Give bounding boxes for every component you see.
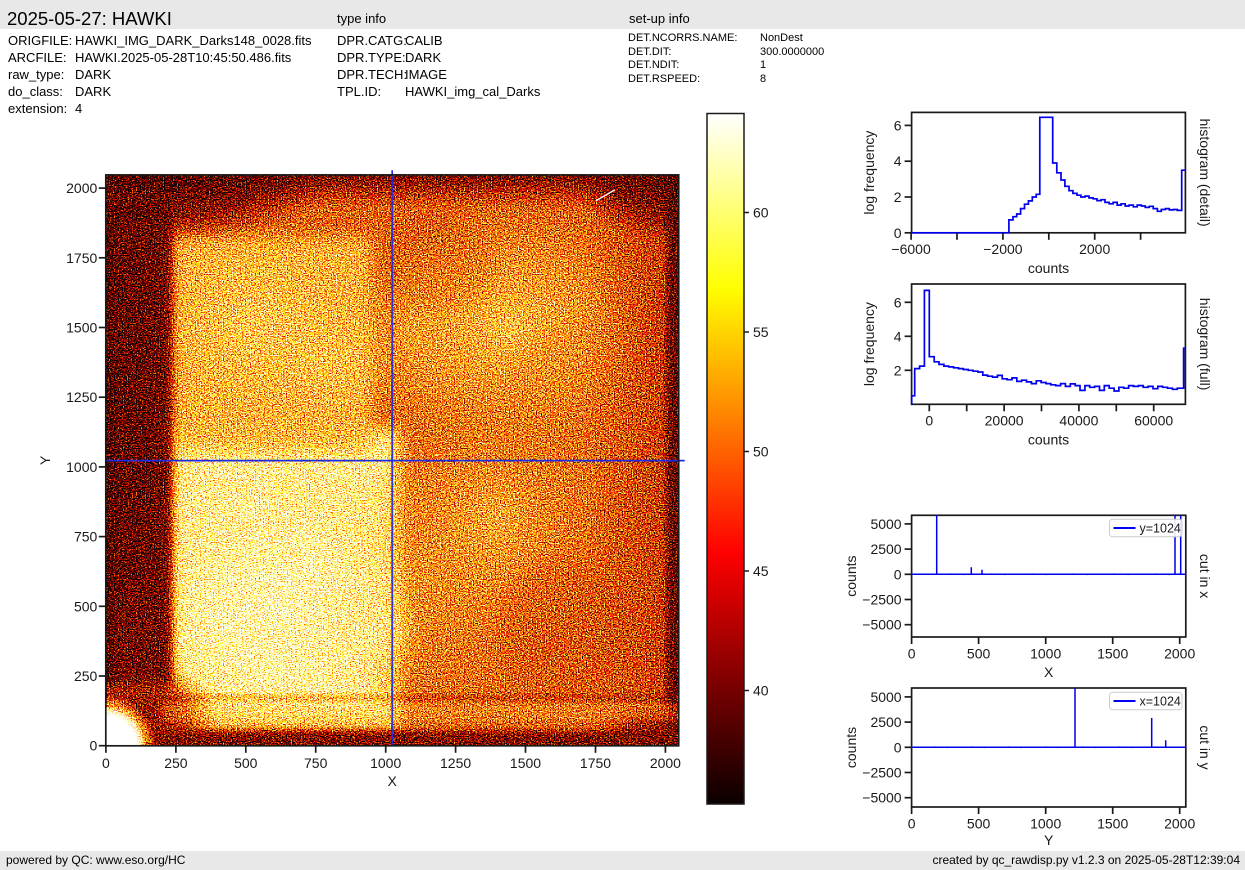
svg-text:1250: 1250 xyxy=(66,389,97,405)
svg-text:2000: 2000 xyxy=(650,755,681,771)
svg-text:5000: 5000 xyxy=(870,689,901,705)
svg-text:1500: 1500 xyxy=(510,755,541,771)
svg-text:500: 500 xyxy=(967,645,991,661)
svg-text:log frequency: log frequency xyxy=(861,302,877,386)
svg-text:750: 750 xyxy=(304,755,328,771)
svg-text:2000: 2000 xyxy=(1079,241,1110,257)
svg-text:55: 55 xyxy=(753,324,769,340)
svg-text:40000: 40000 xyxy=(1059,413,1098,429)
svg-text:1500: 1500 xyxy=(1097,815,1128,831)
svg-text:−2500: −2500 xyxy=(862,592,902,608)
svg-text:6: 6 xyxy=(894,294,902,310)
svg-text:1000: 1000 xyxy=(370,755,401,771)
svg-text:counts: counts xyxy=(843,555,859,596)
svg-text:Y: Y xyxy=(1044,832,1054,848)
svg-text:1250: 1250 xyxy=(440,755,471,771)
svg-text:y=1024: y=1024 xyxy=(1140,522,1181,536)
svg-text:histogram (full): histogram (full) xyxy=(1197,298,1213,391)
svg-text:500: 500 xyxy=(234,755,258,771)
svg-text:0: 0 xyxy=(894,225,902,241)
svg-text:counts: counts xyxy=(1028,431,1069,447)
svg-text:cut in y: cut in y xyxy=(1197,725,1213,769)
svg-text:Y: Y xyxy=(37,455,53,465)
svg-text:0: 0 xyxy=(908,645,916,661)
svg-text:2000: 2000 xyxy=(1164,645,1195,661)
svg-text:0: 0 xyxy=(102,755,110,771)
svg-text:4: 4 xyxy=(894,328,902,344)
svg-text:45: 45 xyxy=(753,563,769,579)
svg-text:−5000: −5000 xyxy=(862,617,902,633)
svg-text:500: 500 xyxy=(967,815,991,831)
svg-text:60: 60 xyxy=(753,205,769,221)
svg-text:750: 750 xyxy=(74,529,98,545)
svg-text:cut in x: cut in x xyxy=(1197,554,1213,598)
svg-text:20000: 20000 xyxy=(985,413,1024,429)
svg-text:40: 40 xyxy=(753,683,769,699)
svg-text:log frequency: log frequency xyxy=(861,131,877,215)
svg-text:−2500: −2500 xyxy=(862,765,902,781)
svg-text:6: 6 xyxy=(894,117,902,133)
svg-text:1000: 1000 xyxy=(66,459,97,475)
svg-text:2: 2 xyxy=(894,362,902,378)
svg-text:500: 500 xyxy=(74,598,98,614)
svg-text:x=1024: x=1024 xyxy=(1140,695,1181,709)
svg-text:−6000: −6000 xyxy=(891,241,931,257)
svg-text:5000: 5000 xyxy=(870,516,901,532)
svg-text:60000: 60000 xyxy=(1134,413,1173,429)
svg-text:1750: 1750 xyxy=(66,250,97,266)
svg-text:0: 0 xyxy=(925,413,933,429)
svg-text:1500: 1500 xyxy=(1097,645,1128,661)
svg-text:1500: 1500 xyxy=(66,320,97,336)
svg-text:250: 250 xyxy=(74,668,98,684)
svg-text:X: X xyxy=(388,773,398,789)
svg-text:histogram (detail): histogram (detail) xyxy=(1197,119,1213,227)
svg-text:1750: 1750 xyxy=(580,755,611,771)
svg-text:2000: 2000 xyxy=(1164,815,1195,831)
svg-text:1000: 1000 xyxy=(1030,815,1061,831)
svg-text:−2000: −2000 xyxy=(983,241,1023,257)
svg-text:0: 0 xyxy=(90,738,98,754)
svg-text:counts: counts xyxy=(1028,260,1069,276)
svg-text:50: 50 xyxy=(753,444,769,460)
svg-text:counts: counts xyxy=(843,727,859,768)
svg-text:1000: 1000 xyxy=(1030,645,1061,661)
svg-text:0: 0 xyxy=(908,815,916,831)
svg-text:−5000: −5000 xyxy=(862,790,902,806)
svg-text:0: 0 xyxy=(894,566,902,582)
svg-text:X: X xyxy=(1044,664,1054,680)
svg-text:0: 0 xyxy=(894,739,902,755)
svg-text:2: 2 xyxy=(894,189,902,205)
svg-text:2500: 2500 xyxy=(870,541,901,557)
svg-text:2000: 2000 xyxy=(66,180,97,196)
svg-text:2500: 2500 xyxy=(870,714,901,730)
svg-text:4: 4 xyxy=(894,153,902,169)
svg-text:250: 250 xyxy=(164,755,188,771)
